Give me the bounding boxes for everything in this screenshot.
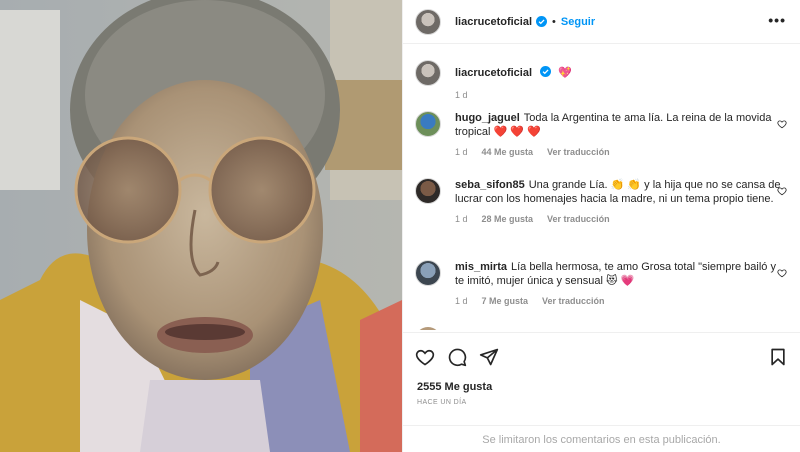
heart-icon[interactable] <box>415 347 435 367</box>
see-translation-link[interactable]: Ver traducción <box>547 212 610 226</box>
comment-like-heart-icon[interactable] <box>777 268 787 278</box>
see-translation-link[interactable]: Ver traducción <box>547 145 610 159</box>
share-icon[interactable] <box>479 347 499 367</box>
post-header: liacrucetoficial • Seguir ••• <box>403 0 800 44</box>
caption-avatar[interactable] <box>415 60 441 86</box>
comment-icon[interactable] <box>447 347 467 367</box>
post-details-panel: liacrucetoficial • Seguir ••• liacruceto… <box>402 0 800 452</box>
comment-time: 1 d <box>455 147 468 157</box>
comments-limited-notice: Se limitaron los comentarios en esta pub… <box>403 425 800 452</box>
comment-likes[interactable]: 44 Me gusta <box>482 145 534 159</box>
comment-like-heart-icon[interactable] <box>777 119 787 129</box>
caption-text: 💖 <box>558 67 572 79</box>
comment-username[interactable]: seba_sifon85 <box>455 179 525 191</box>
post-actions: 2555 Me gusta HACE UN DÍA Se limitaron l… <box>403 332 800 452</box>
see-translation-link[interactable]: Ver traducción <box>542 294 605 308</box>
author-avatar[interactable] <box>415 8 441 35</box>
comment-time: 1 d <box>455 296 468 306</box>
post-likes-count[interactable]: 2555 Me gusta <box>417 381 492 393</box>
comment-item: mis_mirta Lía bella hermosa, te amo Grosa… <box>415 260 795 308</box>
commenter-avatar[interactable] <box>415 260 441 286</box>
comment-item: seba_sifon85 Una grande Lía. 👏 👏 y la hij… <box>415 178 795 226</box>
next-comment-peek <box>415 327 785 330</box>
post-caption: liacrucetoficial 💖 1 d <box>415 60 785 100</box>
bookmark-icon[interactable] <box>768 347 788 367</box>
comment-like-heart-icon[interactable] <box>777 186 787 196</box>
portrait-photo <box>0 0 402 452</box>
comment-username[interactable]: mis_mirta <box>455 261 507 273</box>
comment-username[interactable]: hugo_jaguel <box>455 112 520 124</box>
comment-likes[interactable]: 7 Me gusta <box>482 294 529 308</box>
author-username[interactable]: liacrucetoficial <box>455 16 532 28</box>
verified-badge-icon <box>540 66 552 77</box>
separator-dot: • <box>552 15 556 28</box>
caption-time: 1 d <box>455 90 468 100</box>
comment-likes[interactable]: 28 Me gusta <box>482 212 534 226</box>
action-icons <box>415 347 788 369</box>
follow-button[interactable]: Seguir <box>561 16 595 28</box>
comment-item: hugo_jaguel Toda la Argentina te ama lía.… <box>415 111 795 159</box>
comments-section[interactable]: liacrucetoficial 💖 1 d hugo_jaguel Toda l… <box>403 45 800 330</box>
commenter-avatar[interactable] <box>415 111 441 137</box>
commenter-avatar[interactable] <box>415 178 441 204</box>
verified-badge-icon <box>536 16 548 27</box>
caption-username[interactable]: liacrucetoficial <box>455 67 532 79</box>
instagram-post: liacrucetoficial • Seguir ••• liacruceto… <box>0 0 800 452</box>
post-timestamp: HACE UN DÍA <box>417 399 467 406</box>
post-photo[interactable] <box>0 0 402 452</box>
comment-time: 1 d <box>455 214 468 224</box>
more-options-icon[interactable]: ••• <box>768 13 786 27</box>
